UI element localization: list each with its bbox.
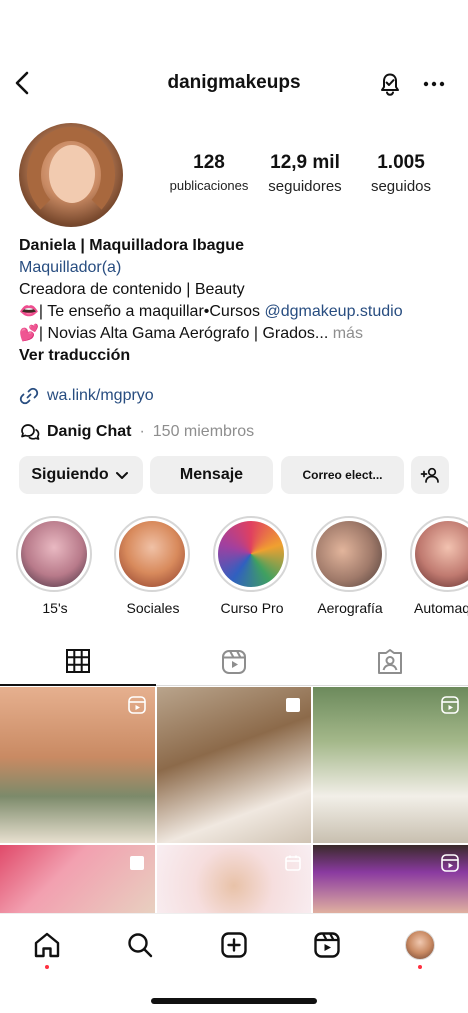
grid-post[interactable] xyxy=(0,687,155,843)
stat-following-label: seguidos xyxy=(370,178,432,195)
carousel-badge-icon xyxy=(286,698,300,712)
reel-badge-icon xyxy=(128,696,146,714)
email-button-label: Correo elect... xyxy=(302,468,383,482)
grid-post[interactable] xyxy=(0,845,155,913)
reel-badge-icon xyxy=(441,696,459,714)
highlight-cover xyxy=(21,521,87,587)
following-button[interactable]: Siguiendo xyxy=(19,456,143,494)
more-horizontal-icon[interactable] xyxy=(418,68,450,100)
tab-posts[interactable] xyxy=(0,638,156,686)
reels-nav-icon[interactable] xyxy=(312,930,342,960)
email-button[interactable]: Correo elect... xyxy=(281,456,404,494)
chat-separator: · xyxy=(139,423,145,440)
grid-post[interactable] xyxy=(157,845,311,913)
search-icon[interactable] xyxy=(125,930,155,960)
website-link[interactable]: wa.link/mgpryo xyxy=(19,384,154,408)
highlight-ring xyxy=(311,516,387,592)
highlight-ring xyxy=(114,516,190,592)
add-person-icon xyxy=(420,467,439,483)
home-indicator xyxy=(151,998,317,1004)
bio-line-2: 👄| Te enseño a maquillar•Cursos @dgmakeu… xyxy=(19,301,459,323)
bio-line-3: 💕| Novias Alta Gama Aerógrafo | Grados..… xyxy=(19,323,459,345)
highlight-ring xyxy=(410,516,468,592)
stat-posts[interactable]: 128 publicaciones xyxy=(166,152,252,193)
highlight-cover xyxy=(316,521,382,587)
link-icon xyxy=(19,387,39,405)
profile-avatar[interactable] xyxy=(19,123,123,227)
bottom-navigation xyxy=(0,913,468,1013)
highlight-label: Curso Pro xyxy=(220,600,284,616)
bio-line-2-text: 👄| Te enseño a maquillar•Cursos xyxy=(19,303,265,320)
tagged-person-icon xyxy=(378,649,402,674)
stat-posts-value: 128 xyxy=(193,152,225,173)
highlight-label: Automaq xyxy=(414,600,468,616)
profile-bio: Daniela | Maquilladora Ibague Maquillado… xyxy=(19,235,459,367)
message-button[interactable]: Mensaje xyxy=(150,456,273,494)
bell-check-icon[interactable] xyxy=(374,68,406,100)
highlight-cover xyxy=(119,521,185,587)
tab-tagged[interactable] xyxy=(312,638,468,686)
highlight-label: 15's xyxy=(42,600,68,616)
highlight-15s[interactable]: 15's xyxy=(16,516,94,616)
highlight-cover xyxy=(415,521,468,587)
grid-post[interactable] xyxy=(313,687,468,843)
stat-followers-label: seguidores xyxy=(268,178,342,195)
chat-bubbles-icon xyxy=(21,424,40,440)
posts-grid xyxy=(0,687,468,913)
home-notification-dot xyxy=(45,965,49,969)
profile-tabs xyxy=(0,638,468,686)
carousel-badge-icon xyxy=(130,856,144,870)
stat-following[interactable]: 1.005 seguidos xyxy=(360,152,442,195)
bio-more-link[interactable]: más xyxy=(328,325,363,342)
chat-name: Danig Chat xyxy=(47,423,132,440)
avatar-face-shape xyxy=(49,145,95,203)
message-button-label: Mensaje xyxy=(179,466,244,483)
top-bar: danigmakeups xyxy=(0,58,468,108)
bio-line-3-text: 💕| Novias Alta Gama Aerógrafo | Grados..… xyxy=(19,325,329,342)
chat-members: 150 miembros xyxy=(152,423,255,440)
profile-notification-dot xyxy=(418,965,422,969)
website-link-text: wa.link/mgpryo xyxy=(47,387,154,404)
stat-following-value: 1.005 xyxy=(377,152,425,173)
profile-avatar-nav[interactable] xyxy=(405,930,435,960)
stat-followers[interactable]: 12,9 mil seguidores xyxy=(258,152,352,195)
highlight-automaq[interactable]: Automaq xyxy=(410,516,468,616)
grid-post[interactable] xyxy=(313,845,468,913)
following-button-label: Siguiendo xyxy=(31,466,109,483)
highlight-label: Sociales xyxy=(126,600,180,616)
reels-icon xyxy=(222,650,246,674)
highlight-sociales[interactable]: Sociales xyxy=(114,516,192,616)
stat-posts-label: publicaciones xyxy=(169,178,249,193)
chevron-down-icon xyxy=(115,472,128,479)
bio-mention-link[interactable]: @dgmakeup.studio xyxy=(265,303,403,320)
home-icon[interactable] xyxy=(32,930,62,960)
highlight-curso-pro[interactable]: Curso Pro xyxy=(213,516,291,616)
highlight-cover xyxy=(218,521,284,587)
suggest-people-button[interactable] xyxy=(411,456,449,494)
bio-category[interactable]: Maquillador(a) xyxy=(19,257,459,279)
calendar-badge-icon xyxy=(285,855,301,871)
stat-followers-value: 12,9 mil xyxy=(270,152,340,173)
reel-badge-icon xyxy=(441,854,459,872)
grid-post[interactable] xyxy=(157,687,311,843)
create-icon[interactable] xyxy=(219,930,249,960)
broadcast-chat-link[interactable]: Danig Chat · 150 miembros xyxy=(19,420,254,444)
highlight-aerografia[interactable]: Aerografía xyxy=(311,516,389,616)
highlight-ring xyxy=(213,516,289,592)
highlight-label: Aerografía xyxy=(317,600,383,616)
tab-reels[interactable] xyxy=(156,638,312,686)
bio-line-1: Creadora de contenido | Beauty xyxy=(19,281,245,298)
see-translation-link[interactable]: Ver traducción xyxy=(19,345,459,367)
grid-icon xyxy=(66,649,90,673)
highlight-ring xyxy=(16,516,92,592)
bio-name: Daniela | Maquilladora Ibague xyxy=(19,237,244,254)
